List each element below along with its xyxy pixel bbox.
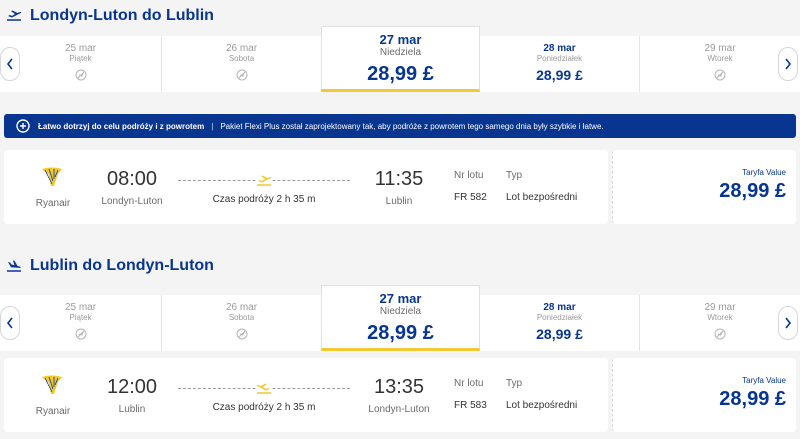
departure-city: Lublin	[118, 404, 146, 415]
flight-number: FR 583	[454, 400, 487, 411]
no-flight-icon	[714, 69, 726, 81]
date-label: 25 mar	[64, 302, 97, 313]
date-label: 28 mar	[543, 43, 576, 54]
fare-box[interactable]: Taryfa Value 28,99 £	[612, 358, 796, 432]
day-label: Poniedziałek	[536, 313, 583, 322]
day-label: Sobota	[228, 313, 255, 322]
plane-landing-icon	[7, 260, 21, 272]
departure-time: 08:00	[106, 168, 158, 190]
no-flight-icon	[75, 328, 86, 340]
date-label: 25 mar	[64, 43, 97, 54]
date-price: 28,99 £	[536, 326, 583, 342]
flight-duration: Czas podróży 2 h 35 m	[212, 402, 316, 413]
flexi-plus-banner[interactable]: Łatwo dotrzyj do celu podróży i z powrot…	[4, 114, 796, 138]
outbound-date-4[interactable]: 29 mar Wtorek	[640, 36, 800, 92]
flight-number-label: Nr lotu	[454, 378, 484, 389]
plane-takeoff-icon	[7, 10, 22, 21]
chevron-right-icon	[785, 317, 792, 329]
banner-heading: Łatwo dotrzyj do celu podróży i z powrot…	[38, 121, 205, 131]
date-label: 29 mar	[704, 43, 736, 54]
inbound-date-1[interactable]: 26 mar Sobota	[162, 295, 322, 351]
flight-number: FR 582	[454, 192, 487, 203]
day-label: Niedziela	[379, 306, 422, 317]
airline-name: Ryanair	[35, 198, 71, 209]
banner-separator: |	[211, 121, 214, 131]
inbound-section-title: Lublin do Londyn-Luton	[6, 254, 214, 278]
ryanair-harp-logo	[42, 167, 62, 186]
date-label: 26 mar	[225, 302, 258, 313]
date-label: 28 mar	[543, 302, 576, 313]
arrival-time: 11:35	[374, 168, 424, 190]
departure-city: Londyn-Luton	[101, 196, 163, 207]
next-date-button[interactable]	[778, 306, 798, 340]
chevron-right-icon	[785, 58, 792, 70]
day-label: Sobota	[228, 54, 255, 63]
day-label: Wtorek	[707, 313, 733, 322]
arrival-time: 13:35	[373, 376, 425, 398]
date-label: 29 mar	[704, 302, 736, 313]
fare-label: Taryfa Value	[742, 168, 786, 177]
no-flight-icon	[236, 69, 247, 81]
day-label: Piątek	[69, 313, 92, 322]
chevron-left-icon	[6, 58, 13, 70]
fare-label: Taryfa Value	[742, 376, 786, 385]
inbound-date-3[interactable]: 28 mar Poniedziałek 28,99 £	[480, 295, 640, 351]
outbound-section-title: Londyn-Luton do Lublin	[6, 4, 214, 28]
date-price: 28,99 £	[367, 63, 434, 85]
fare-price: 28,99 £	[719, 180, 786, 202]
airline-name: Ryanair	[35, 406, 71, 417]
day-label: Niedziela	[379, 47, 422, 58]
flight-duration: Czas podróży 2 h 35 m	[212, 194, 316, 205]
outbound-date-3[interactable]: 28 mar Poniedziałek 28,99 £	[480, 36, 640, 92]
day-label: Poniedziałek	[536, 54, 583, 63]
inbound-date-4[interactable]: 29 mar Wtorek	[640, 295, 800, 351]
outbound-date-2-selected[interactable]: 27 mar Niedziela 28,99 £	[321, 26, 480, 92]
outbound-date-strip: 25 mar Piątek 26 mar Sobota 27 mar Niedz…	[0, 26, 800, 92]
outbound-title: Londyn-Luton do Lublin	[30, 7, 214, 24]
day-label: Piątek	[69, 54, 92, 63]
fare-price: 28,99 £	[719, 388, 786, 410]
outbound-flight-card[interactable]: Ryanair 08:00 Londyn-Luton Czas podróży …	[4, 150, 796, 224]
no-flight-icon	[236, 328, 247, 340]
date-label: 27 mar	[379, 291, 422, 306]
flight-info: Ryanair 08:00 Londyn-Luton Czas podróży …	[4, 150, 608, 224]
fare-box[interactable]: Taryfa Value 28,99 £	[612, 150, 796, 224]
day-label: Wtorek	[707, 54, 733, 63]
outbound-date-0[interactable]: 25 mar Piątek	[0, 36, 162, 92]
inbound-date-2-selected[interactable]: 27 mar Niedziela 28,99 £	[321, 285, 480, 351]
chevron-left-icon	[6, 317, 13, 329]
flight-type-label: Typ	[506, 378, 523, 389]
ryanair-harp-logo	[42, 375, 62, 394]
date-price: 28,99 £	[367, 322, 434, 344]
inbound-flight-card[interactable]: Ryanair 12:00 Lublin Czas podróży 2 h 35…	[4, 358, 796, 432]
departure-time: 12:00	[106, 376, 158, 398]
flight-type: Lot bezpośredni	[506, 192, 578, 203]
banner-text: Pakiet Flexi Plus został zaprojektowany …	[220, 121, 604, 131]
inbound-date-0[interactable]: 25 mar Piątek	[0, 295, 162, 351]
date-label: 26 mar	[225, 43, 258, 54]
date-price: 28,99 £	[536, 67, 583, 83]
arrival-city: Londyn-Luton	[368, 404, 430, 415]
flight-type: Lot bezpośredni	[506, 400, 578, 411]
inbound-title: Lublin do Londyn-Luton	[30, 257, 214, 274]
prev-date-button[interactable]	[0, 47, 20, 81]
plane-icon	[256, 173, 272, 187]
plus-circle-icon	[16, 119, 30, 133]
plane-icon	[256, 381, 272, 395]
flight-type-label: Typ	[506, 170, 523, 181]
inbound-date-strip: 25 mar Piątek 26 mar Sobota 27 mar Niedz…	[0, 285, 800, 351]
no-flight-icon	[714, 328, 726, 340]
arrival-city: Lublin	[385, 196, 413, 207]
flight-info: Ryanair 12:00 Lublin Czas podróży 2 h 35…	[4, 358, 608, 432]
no-flight-icon	[75, 69, 86, 81]
date-label: 27 mar	[379, 32, 422, 47]
prev-date-button[interactable]	[0, 306, 20, 340]
flight-number-label: Nr lotu	[454, 170, 484, 181]
outbound-date-1[interactable]: 26 mar Sobota	[162, 36, 322, 92]
next-date-button[interactable]	[778, 47, 798, 81]
